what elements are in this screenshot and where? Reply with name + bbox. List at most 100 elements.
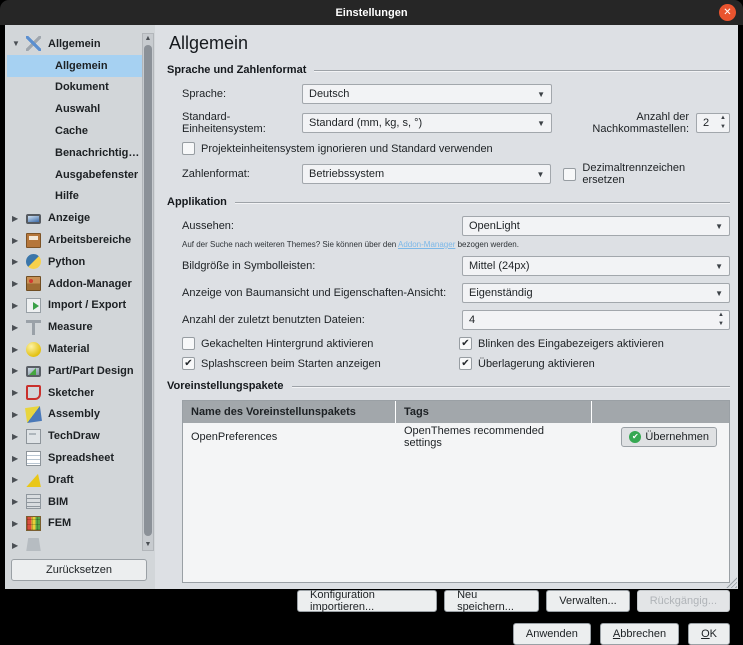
sidebar-scrollbar[interactable]: ▲ ▼ bbox=[142, 33, 154, 551]
scroll-down-icon[interactable]: ▼ bbox=[143, 540, 153, 550]
sidebar-item-auswahl[interactable]: Auswahl bbox=[7, 98, 143, 120]
sidebar-group-measure[interactable]: ▶Measure bbox=[7, 316, 143, 338]
title-bar[interactable]: Einstellungen ✕ bbox=[0, 0, 743, 25]
checkbox-icon[interactable] bbox=[459, 357, 472, 370]
part-icon bbox=[26, 366, 41, 377]
importexport-icon bbox=[26, 298, 41, 313]
python-icon bbox=[26, 254, 41, 269]
manage-button[interactable]: Verwalten... bbox=[546, 590, 629, 612]
language-select[interactable]: Deutsch ▼ bbox=[302, 84, 552, 104]
tree-mode-select[interactable]: Eigenständig ▼ bbox=[462, 283, 730, 303]
dialog-content: ▼AllgemeinAllgemeinDokumentAuswahlCache B… bbox=[5, 25, 738, 589]
substitute-decimal-checkbox[interactable]: Dezimaltrennzeichen ersetzen bbox=[563, 162, 730, 186]
chevron-down-icon[interactable]: ▼ bbox=[12, 39, 26, 48]
theme-label: Aussehen: bbox=[182, 220, 462, 232]
sidebar-group-part-part-design[interactable]: ▶Part/Part Design bbox=[7, 360, 143, 382]
language-label: Sprache: bbox=[182, 88, 302, 100]
addon-icon bbox=[26, 276, 41, 291]
chevron-right-icon[interactable]: ▶ bbox=[12, 497, 26, 506]
sidebar-group-spreadsheet[interactable]: ▶Spreadsheet bbox=[7, 447, 143, 469]
chevron-right-icon[interactable]: ▶ bbox=[12, 301, 26, 310]
sidebar-group-anzeige[interactable]: ▶Anzeige bbox=[7, 207, 143, 229]
sidebar-group-fem[interactable]: ▶FEM bbox=[7, 513, 143, 535]
sidebar-group-arbeitsbereiche[interactable]: ▶Arbeitsbereiche bbox=[7, 229, 143, 251]
theme-note: Auf der Suche nach weiteren Themes? Sie … bbox=[182, 240, 730, 249]
recent-files-stepper[interactable]: 4 ▲▼ bbox=[462, 310, 730, 330]
sidebar-item-allgemein[interactable]: Allgemein bbox=[7, 55, 143, 77]
spinner-arrows-icon[interactable]: ▲▼ bbox=[718, 312, 724, 328]
chevron-right-icon[interactable]: ▶ bbox=[12, 410, 26, 419]
sidebar-group-material[interactable]: ▶Material bbox=[7, 338, 143, 360]
apply-button[interactable]: Anwenden bbox=[513, 623, 591, 645]
number-format-select[interactable]: Betriebssystem ▼ bbox=[302, 164, 551, 184]
column-header-tags[interactable]: Tags bbox=[396, 401, 592, 423]
sidebar-item-label: Python bbox=[48, 256, 85, 268]
checkbox-icon[interactable] bbox=[182, 357, 195, 370]
group-title-language: Sprache und Zahlenformat bbox=[167, 64, 730, 76]
chevron-right-icon[interactable]: ▶ bbox=[12, 214, 26, 223]
sidebar-item-hilfe[interactable]: Hilfe bbox=[7, 186, 143, 208]
sidebar-item-benachrichtigungs[interactable]: Benachrichtigungs... bbox=[7, 142, 143, 164]
splashscreen-checkbox[interactable]: Splashscreen beim Starten anzeigen bbox=[182, 357, 459, 370]
chevron-down-icon: ▼ bbox=[715, 289, 723, 298]
sidebar-item-label: Assembly bbox=[48, 408, 100, 420]
cursor-blink-checkbox[interactable]: Blinken des Eingabezeigers aktivieren bbox=[459, 337, 730, 350]
sidebar-item-dokument[interactable]: Dokument bbox=[7, 77, 143, 99]
sidebar-group-draft[interactable]: ▶Draft bbox=[7, 469, 143, 491]
ok-button[interactable]: OK bbox=[688, 623, 730, 645]
unit-system-select[interactable]: Standard (mm, kg, s, °) ▼ bbox=[302, 113, 552, 133]
chevron-right-icon[interactable]: ▶ bbox=[12, 475, 26, 484]
checkbox-icon[interactable] bbox=[182, 337, 195, 350]
chevron-right-icon[interactable]: ▶ bbox=[12, 388, 26, 397]
cam-icon bbox=[26, 538, 41, 551]
addon-manager-link[interactable]: Addon-Manager bbox=[398, 240, 455, 249]
column-header-name[interactable]: Name des Voreinstellunspakets bbox=[183, 401, 396, 423]
table-row[interactable]: OpenPreferences OpenThemes recommended s… bbox=[183, 423, 729, 450]
chevron-right-icon[interactable]: ▶ bbox=[12, 432, 26, 441]
chevron-right-icon[interactable]: ▶ bbox=[12, 236, 26, 245]
chevron-right-icon[interactable]: ▶ bbox=[12, 257, 26, 266]
sidebar-item-label: Import / Export bbox=[48, 299, 126, 311]
sidebar-group-sketcher[interactable]: ▶Sketcher bbox=[7, 382, 143, 404]
decimals-stepper[interactable]: 2 ▲▼ bbox=[696, 113, 730, 133]
chevron-right-icon[interactable]: ▶ bbox=[12, 279, 26, 288]
checkbox-icon[interactable] bbox=[182, 142, 195, 155]
draft-icon bbox=[26, 472, 41, 487]
overlay-checkbox[interactable]: Überlagerung aktivieren bbox=[459, 357, 730, 370]
save-new-button[interactable]: Neu speichern... bbox=[444, 590, 539, 612]
chevron-down-icon: ▼ bbox=[537, 90, 545, 99]
checkbox-icon[interactable] bbox=[563, 168, 576, 181]
chevron-right-icon[interactable]: ▶ bbox=[12, 454, 26, 463]
sidebar-group-bim[interactable]: ▶BIM bbox=[7, 491, 143, 513]
sidebar-item-label: Benachrichtigungs... bbox=[55, 147, 143, 159]
chevron-right-icon[interactable]: ▶ bbox=[12, 323, 26, 332]
spinner-arrows-icon[interactable]: ▲▼ bbox=[720, 115, 726, 131]
import-config-button[interactable]: Konfiguration importieren... bbox=[297, 590, 437, 612]
sidebar-group-python[interactable]: ▶ Python bbox=[7, 251, 143, 273]
chevron-right-icon[interactable]: ▶ bbox=[12, 366, 26, 375]
reset-button[interactable]: Zurücksetzen bbox=[11, 559, 147, 581]
apply-preset-button[interactable]: ✔ Übernehmen bbox=[621, 427, 717, 447]
ignore-project-units-checkbox[interactable]: Projekteinheitensystem ignorieren und St… bbox=[182, 142, 493, 155]
theme-select[interactable]: OpenLight ▼ bbox=[462, 216, 730, 236]
chevron-right-icon[interactable]: ▶ bbox=[12, 519, 26, 528]
sidebar-group-item[interactable]: ▶ bbox=[7, 534, 143, 551]
checkbox-icon[interactable] bbox=[459, 337, 472, 350]
sidebar-item-cache[interactable]: Cache bbox=[7, 120, 143, 142]
sidebar-group-assembly[interactable]: ▶ Assembly bbox=[7, 404, 143, 426]
scrollbar-handle[interactable] bbox=[144, 45, 152, 536]
chevron-right-icon[interactable]: ▶ bbox=[12, 345, 26, 354]
sidebar-group-import-export[interactable]: ▶ Import / Export bbox=[7, 295, 143, 317]
tiled-background-checkbox[interactable]: Gekachelten Hintergrund aktivieren bbox=[182, 337, 459, 350]
sidebar-group-addon-manager[interactable]: ▶Addon-Manager bbox=[7, 273, 143, 295]
column-header-actions[interactable] bbox=[592, 401, 729, 423]
sidebar-group-allgemein[interactable]: ▼Allgemein bbox=[7, 33, 143, 55]
sidebar-item-ausgabefenster[interactable]: Ausgabefenster bbox=[7, 164, 143, 186]
unit-system-label: Standard-Einheitensystem: bbox=[182, 111, 302, 135]
scroll-up-icon[interactable]: ▲ bbox=[143, 34, 153, 44]
chevron-right-icon[interactable]: ▶ bbox=[12, 541, 26, 550]
cancel-button[interactable]: Abbrechen bbox=[600, 623, 679, 645]
close-icon[interactable]: ✕ bbox=[719, 4, 736, 21]
sidebar-group-techdraw[interactable]: ▶TechDraw bbox=[7, 425, 143, 447]
icon-size-select[interactable]: Mittel (24px) ▼ bbox=[462, 256, 730, 276]
